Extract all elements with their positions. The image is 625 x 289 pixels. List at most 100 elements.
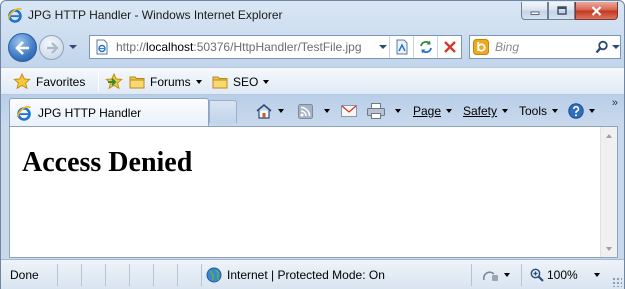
print-button[interactable] xyxy=(367,99,401,123)
favorites-label: Favorites xyxy=(36,74,86,89)
resize-grip[interactable] xyxy=(612,277,622,287)
feeds-button[interactable] xyxy=(298,99,313,123)
back-arrow-icon xyxy=(14,40,29,55)
status-bar: Done Internet | Protected Mode: On 100% xyxy=(1,259,624,289)
star-icon xyxy=(13,73,31,90)
favorites-folder-label: Forums xyxy=(150,74,191,89)
search-icon xyxy=(595,40,608,54)
zoom-icon xyxy=(530,268,544,282)
protected-mode-button[interactable] xyxy=(477,264,522,286)
status-panel xyxy=(130,264,154,286)
page-heading: Access Denied xyxy=(22,147,193,178)
status-panel xyxy=(58,264,82,286)
recent-pages-dropdown-icon[interactable] xyxy=(68,42,78,52)
chevron-down-icon xyxy=(502,109,509,113)
chevron-down-icon xyxy=(504,273,510,277)
tab-jpg-http-handler[interactable]: JPG HTTP Handler xyxy=(9,98,209,126)
chevron-down-icon xyxy=(395,109,401,113)
scroll-down-icon xyxy=(606,246,612,251)
favorites-folder-label: SEO xyxy=(233,74,259,89)
status-panel xyxy=(82,264,106,286)
page-menu[interactable]: Page xyxy=(413,99,453,123)
page-menu-label: Page xyxy=(413,104,442,118)
favorites-bar: Favorites Forums SEO xyxy=(1,67,624,95)
safety-menu-label: Safety xyxy=(463,104,498,118)
globe-icon xyxy=(206,267,222,283)
add-favorite-icon xyxy=(105,73,123,90)
chevron-down-icon xyxy=(552,109,559,113)
command-bar-overflow-button[interactable]: » xyxy=(612,97,618,109)
folder-icon xyxy=(129,76,145,88)
home-button[interactable] xyxy=(255,99,284,123)
favorites-folder-forums[interactable]: Forums xyxy=(129,68,202,95)
browser-window: JPG HTTP Handler - Windows Internet Expl… xyxy=(0,0,625,289)
chevron-down-icon xyxy=(195,79,202,84)
back-button[interactable] xyxy=(8,33,37,62)
refresh-icon xyxy=(419,40,432,54)
compatibility-view-icon xyxy=(396,39,407,55)
folder-icon xyxy=(212,76,228,88)
tab-label: JPG HTTP Handler xyxy=(38,105,142,120)
chevron-down-icon xyxy=(278,109,284,113)
minimize-button[interactable] xyxy=(521,2,548,20)
page-icon xyxy=(96,39,108,55)
search-button[interactable] xyxy=(594,36,620,58)
internet-explorer-icon xyxy=(16,105,31,121)
search-box[interactable]: Bing xyxy=(469,35,621,59)
page-content: Access Denied xyxy=(9,126,618,258)
close-icon xyxy=(591,5,602,16)
chevron-down-icon xyxy=(446,109,453,113)
feeds-dropdown[interactable] xyxy=(319,99,330,123)
rss-feed-icon xyxy=(298,103,313,119)
help-button[interactable] xyxy=(568,99,595,123)
zoom-level: 100% xyxy=(547,268,578,282)
safety-menu[interactable]: Safety xyxy=(463,99,509,123)
search-input[interactable]: Bing xyxy=(495,40,594,54)
scroll-down-button[interactable] xyxy=(601,240,617,257)
vertical-scrollbar[interactable] xyxy=(600,127,617,257)
maximize-button[interactable] xyxy=(548,2,575,20)
favorites-separator xyxy=(98,72,99,91)
scroll-up-icon xyxy=(606,133,612,138)
chevron-down-icon xyxy=(589,109,595,113)
chevron-down-icon xyxy=(263,79,270,84)
title-bar: JPG HTTP Handler - Windows Internet Expl… xyxy=(1,1,624,29)
tools-menu-label: Tools xyxy=(519,104,548,118)
printer-icon xyxy=(367,103,385,119)
protected-mode-icon xyxy=(483,271,498,281)
close-button[interactable] xyxy=(575,2,618,20)
status-panel xyxy=(106,264,130,286)
navigation-bar: http://localhost:50376/HttpHandler/TestF… xyxy=(1,29,624,67)
compatibility-view-button[interactable] xyxy=(389,36,413,58)
new-tab-button[interactable] xyxy=(209,100,237,123)
forward-button[interactable] xyxy=(39,35,64,60)
zoom-control[interactable]: 100% xyxy=(526,264,612,286)
mail-icon xyxy=(341,105,357,117)
tab-row: JPG HTTP Handler Page Safety Tools » xyxy=(1,95,624,126)
refresh-button[interactable] xyxy=(413,36,437,58)
search-options-icon[interactable] xyxy=(611,44,620,50)
favorites-folder-seo[interactable]: SEO xyxy=(212,68,270,95)
address-url[interactable]: http://localhost:50376/HttpHandler/TestF… xyxy=(116,40,377,54)
window-title: JPG HTTP Handler - Windows Internet Expl… xyxy=(28,8,283,22)
address-dropdown-button[interactable] xyxy=(377,35,389,59)
status-panel xyxy=(154,264,178,286)
chevron-down-icon xyxy=(324,109,330,113)
read-mail-button[interactable] xyxy=(341,99,357,123)
status-text: Done xyxy=(1,264,58,286)
security-zone[interactable]: Internet | Protected Mode: On xyxy=(206,264,472,286)
stop-icon xyxy=(443,41,456,53)
address-bar[interactable]: http://localhost:50376/HttpHandler/TestF… xyxy=(89,35,462,59)
status-panel xyxy=(178,264,202,286)
tools-menu[interactable]: Tools xyxy=(519,99,559,123)
chevron-down-icon xyxy=(593,273,600,277)
chevron-down-icon xyxy=(379,45,387,49)
home-icon xyxy=(256,103,272,119)
stop-button[interactable] xyxy=(437,36,461,58)
favorites-button[interactable]: Favorites xyxy=(13,68,85,95)
bing-icon xyxy=(473,39,489,55)
scroll-up-button[interactable] xyxy=(601,127,617,144)
add-to-favorites-bar-button[interactable] xyxy=(105,68,128,95)
help-icon xyxy=(568,103,584,119)
internet-explorer-icon xyxy=(7,8,22,23)
